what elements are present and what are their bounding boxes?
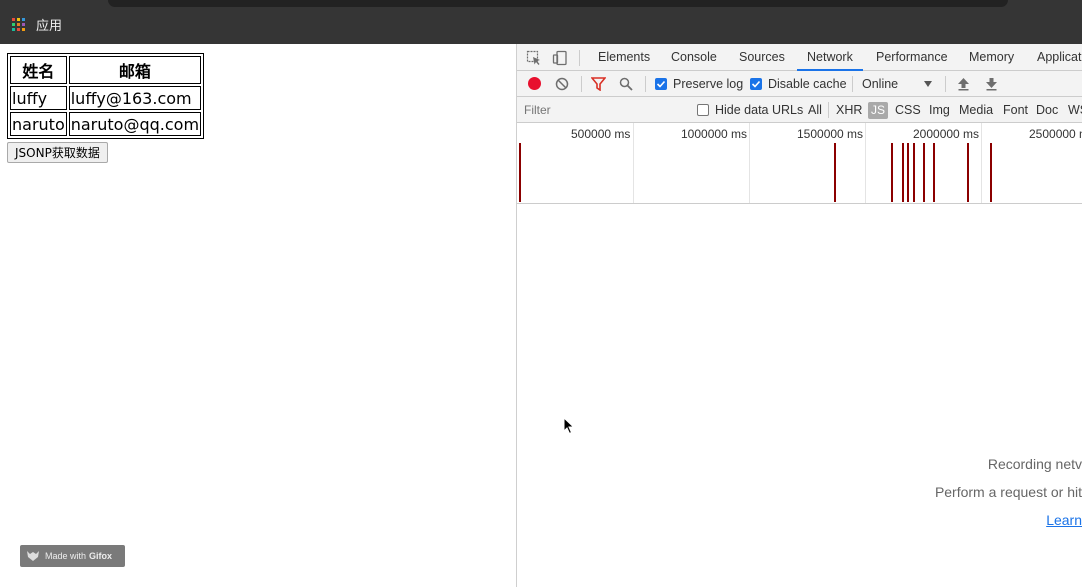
throttle-select[interactable]: Online [862, 71, 898, 97]
timeline-label: 1000000 ms [681, 127, 748, 141]
header-email: 邮箱 [68, 56, 202, 84]
preserve-log-checkbox[interactable] [655, 78, 667, 90]
apps-shortcut[interactable]: 应用 [12, 15, 62, 33]
devtools-panel: Elements Console Sources Network Perform… [516, 44, 1082, 587]
hide-data-urls-label: Hide data URLs [715, 103, 804, 117]
gifox-watermark: Made with Gifox [20, 545, 125, 567]
timeline-label: 2000000 ms [913, 127, 980, 141]
disable-cache-label: Disable cache [768, 77, 847, 91]
toolbar-separator [581, 76, 582, 92]
tab-elements[interactable]: Elements [598, 44, 650, 71]
tab-memory[interactable]: Memory [969, 44, 1014, 71]
tab-application[interactable]: Applicati [1037, 44, 1082, 71]
filter-input[interactable] [519, 100, 683, 120]
bookmarks-bar: 应用 [0, 0, 1082, 44]
address-bar-edge [108, 0, 1008, 7]
inspect-element-icon[interactable] [526, 50, 542, 66]
empty-state-line2: Perform a request or hit [934, 484, 1082, 500]
disable-cache-checkbox[interactable] [750, 78, 762, 90]
request-bar [967, 143, 969, 202]
network-toolbar: Preserve log Disable cache Online [517, 71, 1082, 97]
clear-icon[interactable] [555, 77, 569, 91]
toolbar-separator [945, 76, 946, 92]
watermark-brand: Gifox [89, 551, 113, 561]
type-doc[interactable]: Doc [1036, 97, 1058, 123]
mouse-cursor-icon [563, 417, 575, 435]
tab-network[interactable]: Network [797, 44, 863, 71]
search-icon[interactable] [619, 77, 633, 91]
request-bar [913, 143, 915, 202]
cell-name: luffy [10, 86, 67, 110]
filter-bar: Hide data URLs All XHR JS CSS Img Media … [517, 97, 1082, 123]
table-header-row: 姓名 邮箱 [10, 56, 202, 84]
tab-sources[interactable]: Sources [739, 44, 785, 71]
cell-email: luffy@163.com [68, 86, 202, 110]
fox-icon [27, 551, 39, 561]
filter-icon[interactable] [591, 77, 606, 91]
type-xhr[interactable]: XHR [836, 97, 862, 123]
request-bar [891, 143, 893, 202]
type-media[interactable]: Media [959, 97, 993, 123]
cell-email: naruto@qq.com [68, 112, 202, 136]
page-content: 姓名 邮箱 luffy luffy@163.com naruto naruto@… [0, 44, 516, 587]
network-overview-timeline[interactable]: 500000 ms 1000000 ms 1500000 ms 2000000 … [517, 123, 1082, 204]
request-bar [933, 143, 935, 202]
type-all[interactable]: All [808, 97, 822, 123]
request-bar [834, 143, 836, 202]
check-icon [751, 80, 761, 88]
request-bar [907, 143, 909, 202]
tab-console[interactable]: Console [671, 44, 717, 71]
import-har-icon[interactable] [957, 77, 970, 91]
jsonp-fetch-button[interactable]: JSONP获取数据 [7, 142, 108, 163]
hide-data-urls-checkbox[interactable] [697, 104, 709, 116]
timeline-gridline [865, 123, 866, 203]
tab-separator [579, 50, 580, 66]
toolbar-separator [852, 76, 853, 92]
device-toolbar-icon[interactable] [552, 50, 568, 66]
timeline-gridline [749, 123, 750, 203]
timeline-gridline [981, 123, 982, 203]
devtools-tab-bar: Elements Console Sources Network Perform… [517, 44, 1082, 71]
empty-state-line1: Recording netv [987, 456, 1082, 472]
learn-more-link[interactable]: Learn [1046, 512, 1082, 528]
type-js[interactable]: JS [868, 102, 889, 119]
type-css[interactable]: CSS [895, 97, 921, 123]
table-row: naruto naruto@qq.com [10, 112, 202, 136]
type-ws[interactable]: WS [1068, 97, 1082, 123]
request-bar [923, 143, 925, 202]
preserve-log-label: Preserve log [673, 77, 744, 91]
filter-separator [828, 102, 829, 118]
type-font[interactable]: Font [1003, 97, 1028, 123]
apps-label: 应用 [36, 17, 63, 33]
timeline-label: 1500000 ms [797, 127, 864, 141]
request-bar [990, 143, 992, 202]
chevron-down-icon [924, 81, 932, 87]
request-bar [902, 143, 904, 202]
check-icon [656, 80, 666, 88]
header-name: 姓名 [10, 56, 67, 84]
type-img[interactable]: Img [929, 97, 950, 123]
watermark-text: Made with [45, 551, 87, 561]
export-har-icon[interactable] [985, 77, 998, 91]
user-table: 姓名 邮箱 luffy luffy@163.com naruto naruto@… [7, 53, 205, 139]
timeline-gridline [633, 123, 634, 203]
timeline-label: 500000 ms [571, 127, 631, 141]
timeline-label: 2500000 ms [1029, 127, 1082, 141]
request-bar [519, 143, 521, 202]
cell-name: naruto [10, 112, 67, 136]
record-icon[interactable] [528, 77, 541, 90]
toolbar-separator [645, 76, 646, 92]
tab-performance[interactable]: Performance [876, 44, 948, 71]
apps-grid-icon [12, 17, 25, 31]
screen: 应用 姓名 邮箱 luffy luffy@163.com naruto naru… [0, 0, 1082, 587]
table-row: luffy luffy@163.com [10, 86, 202, 110]
